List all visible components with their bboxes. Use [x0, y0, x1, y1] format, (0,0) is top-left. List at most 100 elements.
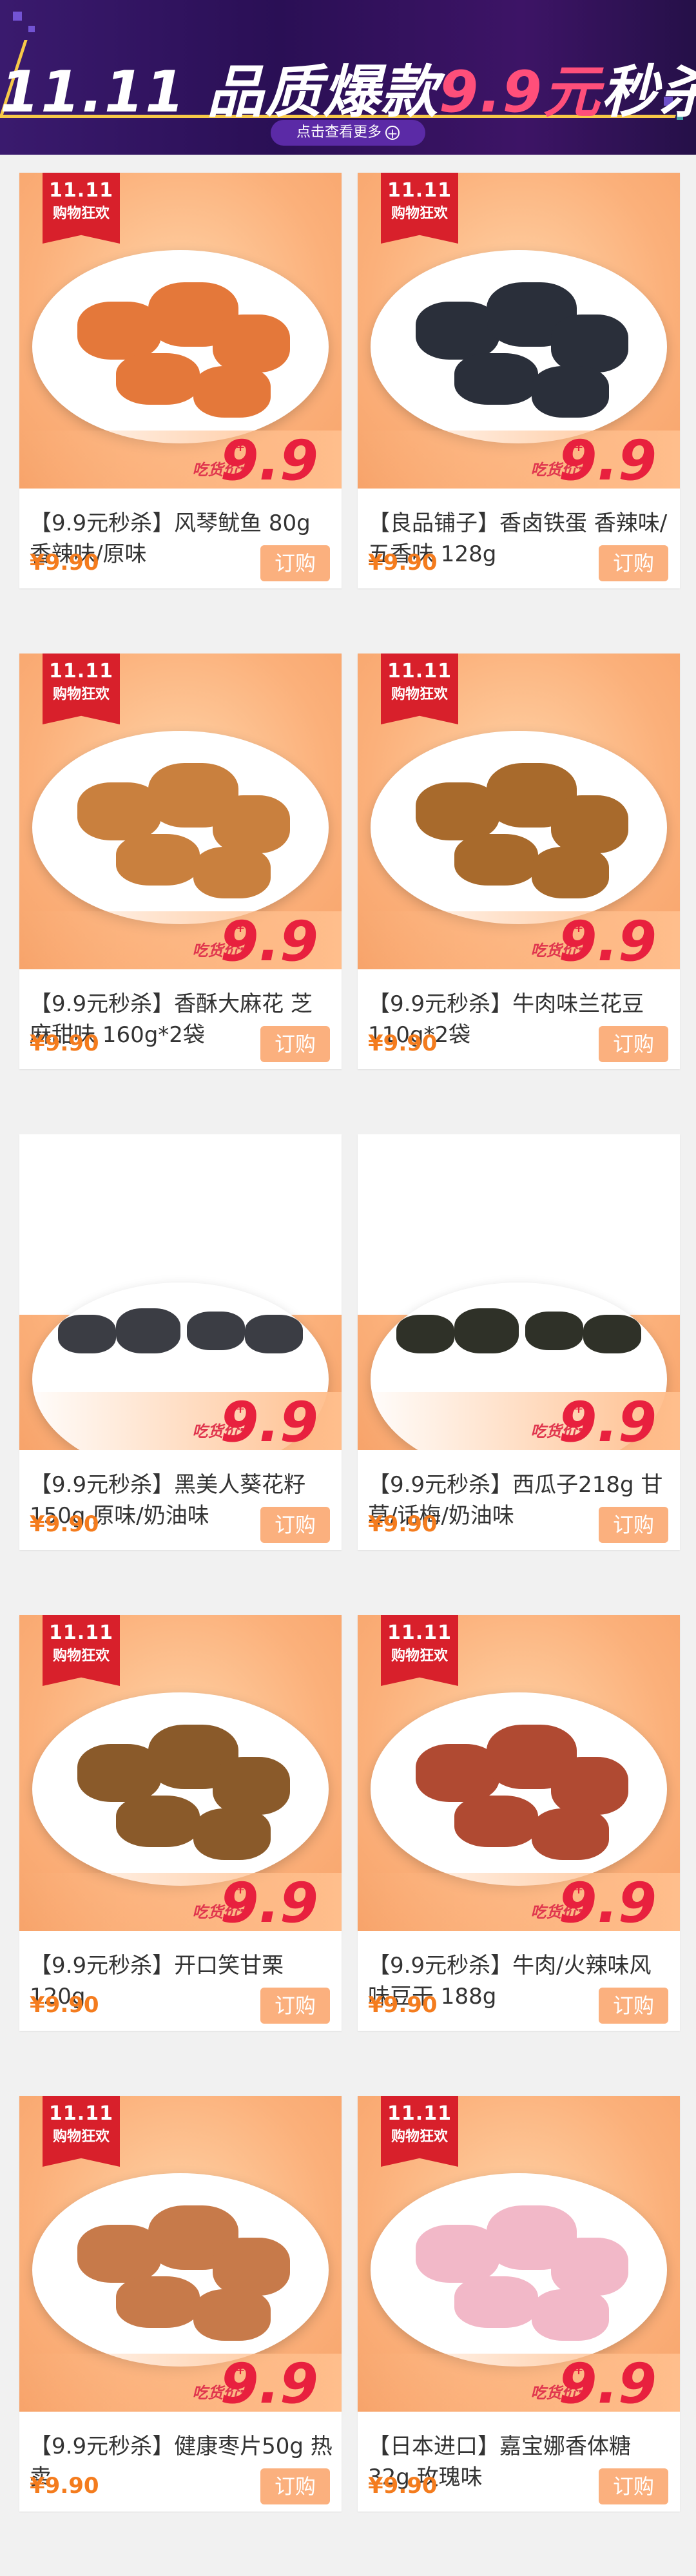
order-button[interactable]: 订购 [260, 1507, 330, 1543]
ribbon-line-2: 购物狂欢 [391, 206, 448, 222]
price-badge-value: 9.9 [558, 429, 657, 489]
food-item [193, 847, 271, 898]
food-item [532, 366, 609, 418]
order-button[interactable]: 订购 [260, 1026, 330, 1062]
product-card[interactable]: 11.11 购物狂欢 吃货价: ¥9.9 【9.9元秒杀】开口笑甘栗 120g ¥9.90… [19, 1615, 342, 2031]
product-image[interactable]: 11.11 购物狂欢吃货价: ¥9.9 [358, 173, 680, 489]
food-item [213, 315, 290, 373]
food-item [213, 795, 290, 853]
food-item [193, 1808, 271, 1860]
price-badge-value: 9.9 [558, 1871, 657, 1931]
food-item [116, 353, 200, 405]
view-more-label: 点击查看更多 [296, 124, 382, 140]
product-image[interactable]: 11.11 购物狂欢吃货价: ¥9.9 [358, 2096, 680, 2412]
price-badge: 吃货价: ¥9.9 [19, 1392, 342, 1450]
product-price: ¥9.90 [30, 1992, 99, 2018]
promo-ribbon: 11.11 购物狂欢 [43, 1615, 120, 1686]
price-badge-value: 9.9 [558, 909, 657, 969]
product-card[interactable]: 吃货价: ¥9.9 【9.9元秒杀】黑美人葵花籽150g 原味/奶油味 ¥9.90 订购 [19, 1134, 342, 1550]
price-badge: 吃货价: ¥9.9 [19, 911, 342, 969]
product-card[interactable]: 11.11 购物狂欢 吃货价: ¥9.9 【9.9元秒杀】牛肉味兰花豆 110g*2袋 ¥… [358, 654, 680, 1069]
product-card[interactable]: 吃货价: ¥9.9 【9.9元秒杀】西瓜子218g 甘草/话梅/奶油味 ¥9.90 订购 [358, 1134, 680, 1550]
plus-circle-icon: + [385, 126, 400, 140]
price-badge-value: 9.9 [220, 1390, 318, 1450]
food-item [551, 2238, 628, 2296]
food-item [454, 2276, 538, 2328]
product-price: ¥9.90 [368, 550, 438, 576]
promo-ribbon: 11.11 购物狂欢 [381, 654, 458, 724]
food-item [551, 1757, 628, 1815]
product-image[interactable]: 11.11 购物狂欢 吃货价: ¥9.9 [19, 654, 342, 969]
price-badge: 吃货价: ¥9.9 [358, 431, 680, 489]
promo-ribbon: 11.11 购物狂欢 [43, 173, 120, 244]
product-image[interactable]: 吃货价: ¥9.9 [19, 1134, 342, 1450]
price-badge-value: 9.9 [220, 909, 318, 969]
product-card[interactable]: 11.11 购物狂欢 吃货价: ¥9.9 【9.9元秒杀】牛肉/火辣味风味豆干 188g… [358, 1615, 680, 2031]
product-image[interactable]: 11.11 购物狂欢吃货价: ¥9.9 [19, 173, 342, 489]
food-item [193, 2289, 271, 2341]
promo-ribbon: 11.11 购物狂欢 [381, 1615, 458, 1686]
ribbon-line-1: 11.11 [49, 2102, 113, 2125]
food-item [213, 2238, 290, 2296]
product-price: ¥9.90 [30, 550, 99, 576]
promo-banner[interactable]: 11.11 品质爆款9.9元秒杀 点击查看更多+ [0, 0, 696, 155]
product-card[interactable]: 11.11 购物狂欢 吃货价: ¥9.9 【9.9元秒杀】香酥大麻花 芝麻甜味 160g… [19, 654, 342, 1069]
product-price: ¥9.90 [368, 1031, 438, 1056]
order-button[interactable]: 订购 [599, 2468, 668, 2504]
order-button[interactable]: 订购 [260, 2468, 330, 2504]
ribbon-line-1: 11.11 [387, 179, 452, 202]
food-item [525, 1312, 583, 1350]
food-item [396, 1315, 454, 1353]
food-item [213, 1757, 290, 1815]
ribbon-line-2: 购物狂欢 [391, 1648, 448, 1664]
promo-ribbon: 11.11 购物狂欢 [381, 173, 458, 244]
promo-ribbon: 11.11 购物狂欢 [381, 2096, 458, 2167]
food-item [454, 834, 538, 886]
food-item [116, 1308, 180, 1353]
food-item [583, 1315, 641, 1353]
order-button[interactable]: 订购 [599, 1988, 668, 2024]
food-item [454, 1308, 519, 1353]
price-badge: 吃货价: ¥9.9 [358, 2354, 680, 2412]
price-badge: 吃货价: ¥9.9 [19, 431, 342, 489]
ribbon-line-1: 11.11 [387, 2102, 452, 2125]
product-image[interactable]: 11.11 购物狂欢 吃货价: ¥9.9 [358, 1615, 680, 1931]
ribbon-line-1: 11.11 [49, 660, 113, 683]
food-item [454, 353, 538, 405]
ribbon-line-2: 购物狂欢 [52, 2129, 110, 2145]
food-item [193, 366, 271, 418]
order-button[interactable]: 订购 [599, 1026, 668, 1062]
order-button[interactable]: 订购 [260, 545, 330, 581]
ribbon-line-1: 11.11 [49, 1622, 113, 1644]
order-button[interactable]: 订购 [260, 1988, 330, 2024]
price-badge-value: 9.9 [220, 1871, 318, 1931]
product-image[interactable]: 11.11 购物狂欢吃货价: ¥9.9 [19, 2096, 342, 2412]
food-item [454, 1796, 538, 1847]
order-button[interactable]: 订购 [599, 545, 668, 581]
food-item [245, 1315, 303, 1353]
product-card[interactable]: 11.11 购物狂欢 吃货价: ¥9.9 【9.9元秒杀】风琴鱿鱼 80g 香辣味/原味… [19, 173, 342, 588]
product-card[interactable]: 11.11 购物狂欢 吃货价: ¥9.9 【9.9元秒杀】健康枣片50g 热卖 ¥9.90… [19, 2096, 342, 2512]
ribbon-line-2: 购物狂欢 [391, 686, 448, 702]
ribbon-line-1: 11.11 [49, 179, 113, 202]
product-card[interactable]: 11.11 购物狂欢 吃货价: ¥9.9 【日本进口】嘉宝娜香体糖 32g 玫瑰味 ¥9.… [358, 2096, 680, 2512]
product-price: ¥9.90 [368, 1511, 438, 1537]
order-button[interactable]: 订购 [599, 1507, 668, 1543]
price-badge-value: 9.9 [220, 429, 318, 489]
food-item [187, 1312, 245, 1350]
product-image[interactable]: 吃货价: ¥9.9 [358, 1134, 680, 1450]
product-card[interactable]: 11.11 购物狂欢 吃货价: ¥9.9 【良品铺子】香卤铁蛋 香辣味/五香味 128g… [358, 173, 680, 588]
food-item [116, 1796, 200, 1847]
food-item [551, 795, 628, 853]
price-badge-value: 9.9 [558, 2352, 657, 2412]
food-item [551, 315, 628, 373]
ribbon-line-1: 11.11 [387, 660, 452, 683]
ribbon-line-2: 购物狂欢 [391, 2129, 448, 2145]
price-badge: 吃货价: ¥9.9 [358, 1392, 680, 1450]
product-image[interactable]: 11.11 购物狂欢 吃货价: ¥9.9 [358, 654, 680, 969]
food-item [116, 834, 200, 886]
product-image[interactable]: 11.11 购物狂欢 吃货价: ¥9.9 [19, 1615, 342, 1931]
view-more-button[interactable]: 点击查看更多 + [271, 120, 425, 146]
price-badge: 吃货价: ¥9.9 [19, 2354, 342, 2412]
banner-title: 11.11 品质爆款9.9元秒杀 [0, 59, 696, 125]
